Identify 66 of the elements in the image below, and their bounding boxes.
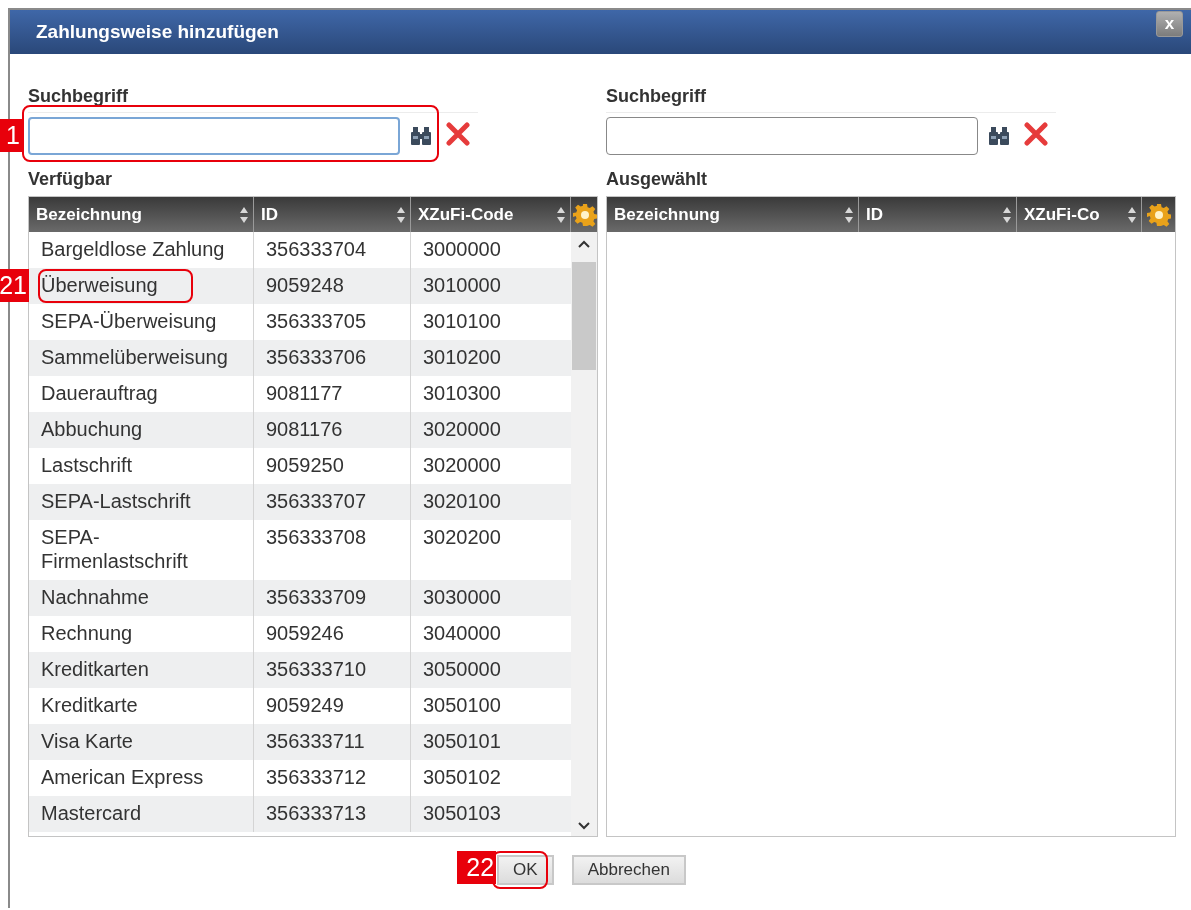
- sort-icon[interactable]: [396, 205, 406, 224]
- column-header[interactable]: XZuFi-Code: [411, 197, 571, 232]
- table-cell: Visa Karte: [29, 724, 254, 760]
- search-label: Suchbegriff: [606, 84, 1056, 113]
- column-header[interactable]: XZuFi-Co: [1017, 197, 1142, 232]
- table-cell: 356333713: [254, 796, 411, 832]
- table-title: Verfügbar: [28, 168, 114, 191]
- table-cell-text: 3020200: [422, 525, 502, 550]
- column-header[interactable]: Bezeichnung: [607, 197, 859, 232]
- scrollbar[interactable]: [571, 232, 597, 836]
- table-cell-text: 3010200: [422, 345, 502, 370]
- table-cell-text: 3050000: [422, 657, 502, 682]
- table-cell-text: 3020100: [422, 489, 502, 514]
- sort-icon[interactable]: [1002, 205, 1012, 224]
- search-label: Suchbegriff: [28, 84, 478, 113]
- table-cell-text: 3050101: [422, 729, 502, 754]
- table-cell: Sammelüberweisung: [29, 340, 254, 376]
- table-cell-text: 3020000: [422, 417, 502, 442]
- sort-icon[interactable]: [239, 205, 249, 224]
- callout-badge: 22: [457, 851, 497, 884]
- table-cell: Kreditkarten: [29, 652, 254, 688]
- table-cell-text: 3050103: [422, 801, 502, 826]
- table-cell-text: 3040000: [422, 621, 502, 646]
- scrollbar-thumb[interactable]: [572, 262, 596, 370]
- table-cell: 356333711: [254, 724, 411, 760]
- table-cell-text: 3010300: [422, 381, 502, 406]
- table-cell-text: 3010100: [422, 309, 502, 334]
- gear-icon[interactable]: [1146, 202, 1171, 227]
- gear-icon[interactable]: [573, 202, 597, 227]
- table-cell: Überweisung: [29, 268, 254, 304]
- table-cell-text: 3000000: [422, 237, 502, 262]
- table-cell-text: 3050102: [422, 765, 502, 790]
- sort-icon[interactable]: [1127, 205, 1137, 224]
- table-cell: Nachnahme: [29, 580, 254, 616]
- table-cell: SEPA-Lastschrift: [29, 484, 254, 520]
- table-cell: 356333710: [254, 652, 411, 688]
- scroll-down-icon[interactable]: [578, 822, 590, 830]
- table-cell: 356333709: [254, 580, 411, 616]
- table-cell: 356333706: [254, 340, 411, 376]
- clear-icon[interactable]: [1024, 122, 1048, 146]
- clear-icon[interactable]: [446, 122, 470, 146]
- table-cell: 356333707: [254, 484, 411, 520]
- binoculars-icon[interactable]: [410, 126, 432, 146]
- table-cell: Mastercard: [29, 796, 254, 832]
- search-field[interactable]: [606, 117, 978, 155]
- table-cell-text: 3030000: [422, 585, 502, 610]
- binoculars-icon[interactable]: [988, 126, 1010, 146]
- dialog-button[interactable]: OK: [497, 855, 554, 885]
- callout-badge: 1: [0, 119, 22, 152]
- dialog-button[interactable]: Abbrechen: [571, 855, 686, 885]
- table-cell: 9059248: [254, 268, 411, 304]
- scroll-up-icon[interactable]: [578, 240, 590, 248]
- window-title: Zahlungsweise hinzufügen: [36, 21, 279, 43]
- table-title: Ausgewählt: [606, 168, 708, 191]
- column-header[interactable]: Bezeichnung: [29, 197, 254, 232]
- table-cell: 9081176: [254, 412, 411, 448]
- sort-icon[interactable]: [556, 205, 566, 224]
- table-cell-text: 3050100: [422, 693, 502, 718]
- column-header[interactable]: ID: [254, 197, 411, 232]
- search-field[interactable]: [28, 117, 400, 155]
- sort-icon[interactable]: [844, 205, 854, 224]
- table-cell: Abbuchung: [29, 412, 254, 448]
- table-cell-text: 3020000: [422, 453, 502, 478]
- table-cell-text: 3010000: [422, 273, 502, 298]
- column-header[interactable]: ID: [859, 197, 1017, 232]
- callout-badge: 21: [0, 269, 29, 302]
